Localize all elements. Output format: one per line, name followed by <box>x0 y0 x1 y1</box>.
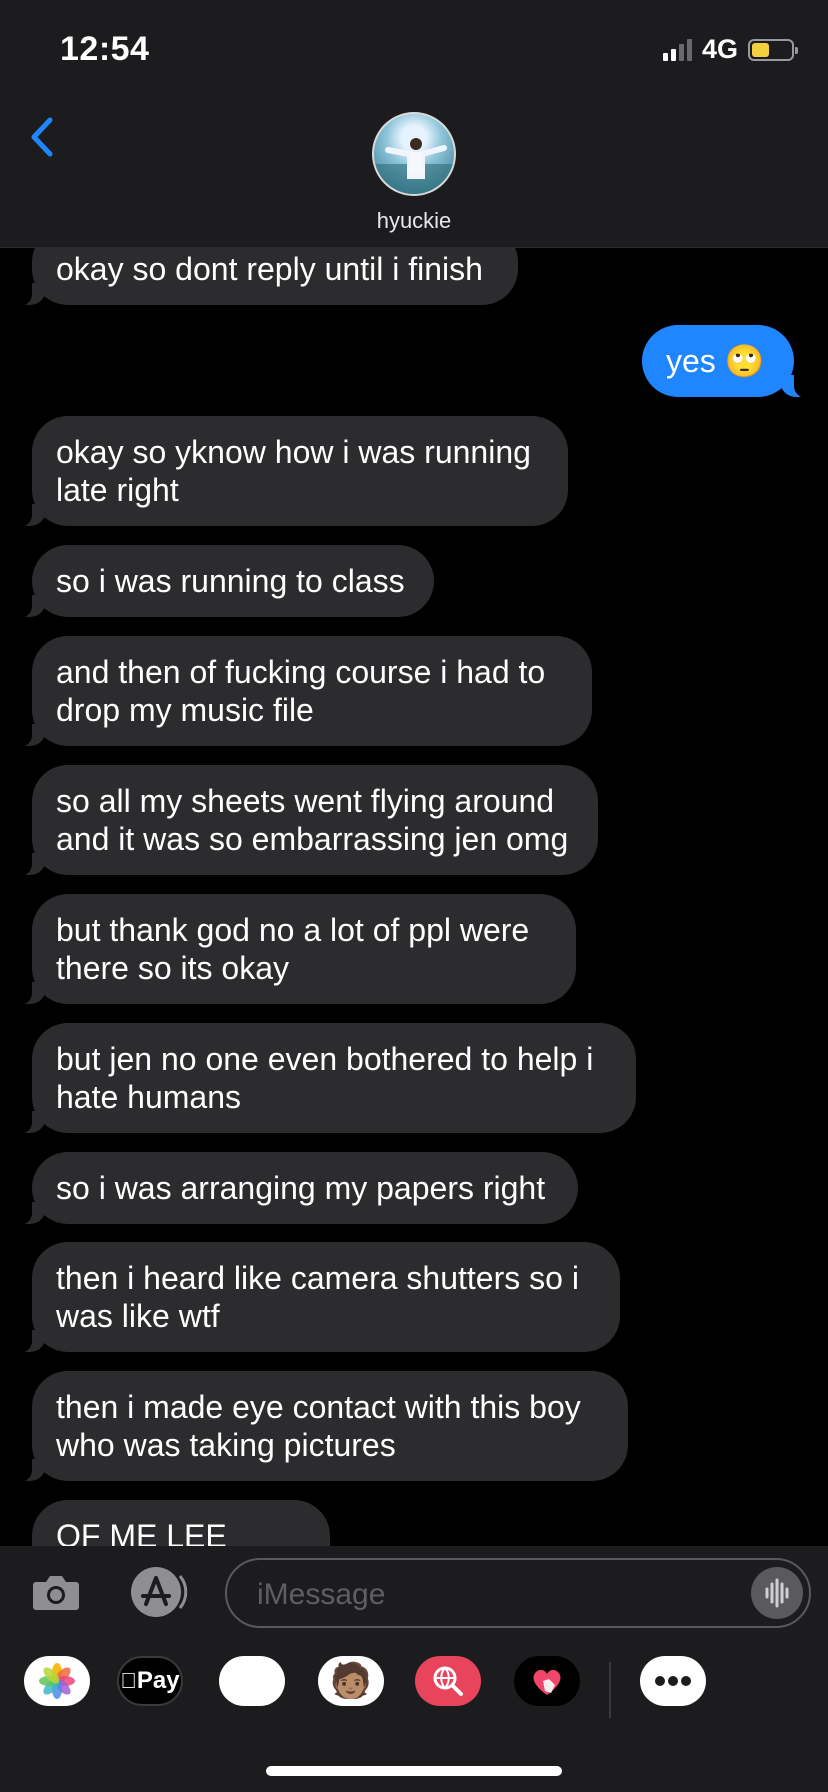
message-bubble-incoming[interactable]: so i was running to class <box>20 545 434 618</box>
battery-level <box>752 42 769 57</box>
composer-bar: iMessage Pay 🐵 🧑🏽 <box>0 1546 828 1792</box>
battery-icon <box>748 38 798 61</box>
message-bubble-incoming[interactable]: then i heard like camera shutters so i w… <box>20 1242 620 1353</box>
message-bubble-incoming[interactable]: so all my sheets went flying around and … <box>20 765 598 876</box>
app-store-icon[interactable] <box>126 1566 192 1618</box>
app-drawer-divider <box>609 1662 611 1718</box>
message-bubble-incoming[interactable]: and then of fucking course i had to drop… <box>20 636 592 747</box>
chevron-left-icon[interactable] <box>24 112 60 162</box>
globe-search-icon[interactable] <box>415 1656 481 1706</box>
message-bubble-incoming[interactable]: but thank god no a lot of ppl were there… <box>20 894 576 1005</box>
memoji-icon[interactable]: 🧑🏽 <box>318 1656 384 1706</box>
signal-bars-icon <box>662 38 692 61</box>
status-indicators: 4G <box>662 34 798 65</box>
message-bubble-incoming[interactable]: then i made eye contact with this boy wh… <box>20 1371 628 1482</box>
photos-icon[interactable] <box>24 1656 90 1706</box>
status-time: 12:54 <box>60 30 150 68</box>
network-type: 4G <box>701 34 738 64</box>
message-bubble-incoming[interactable]: OF ME LEE JENO <box>32 1500 330 1546</box>
message-input-placeholder: iMessage <box>257 1578 386 1611</box>
message-bubble-incoming[interactable]: okay so yknow how i was running late rig… <box>20 416 568 527</box>
app-drawer: Pay 🐵 🧑🏽 <box>0 1656 828 1726</box>
conversation-header: 12:54 4G hyuckie <box>0 0 828 248</box>
camera-icon[interactable] <box>30 1566 82 1618</box>
message-bubble-outgoing[interactable]: yes 🙄 <box>642 325 806 398</box>
home-indicator[interactable] <box>266 1766 562 1776</box>
message-bubble-incoming[interactable]: so i was arranging my papers right <box>20 1152 578 1225</box>
heart-touch-icon[interactable] <box>514 1656 580 1706</box>
contact-name[interactable]: hyuckie <box>0 208 828 234</box>
avatar[interactable] <box>372 112 456 196</box>
message-bubble-incoming[interactable]: but jen no one even bothered to help i h… <box>20 1023 636 1134</box>
apple-pay-icon[interactable]: Pay <box>117 1656 183 1706</box>
more-icon[interactable] <box>640 1656 706 1706</box>
apple-pay-label: Pay <box>128 1667 180 1694</box>
monkey-icon[interactable]: 🐵 <box>219 1656 285 1706</box>
message-input[interactable]: iMessage <box>225 1558 811 1628</box>
audio-waveform-icon[interactable] <box>751 1567 803 1619</box>
